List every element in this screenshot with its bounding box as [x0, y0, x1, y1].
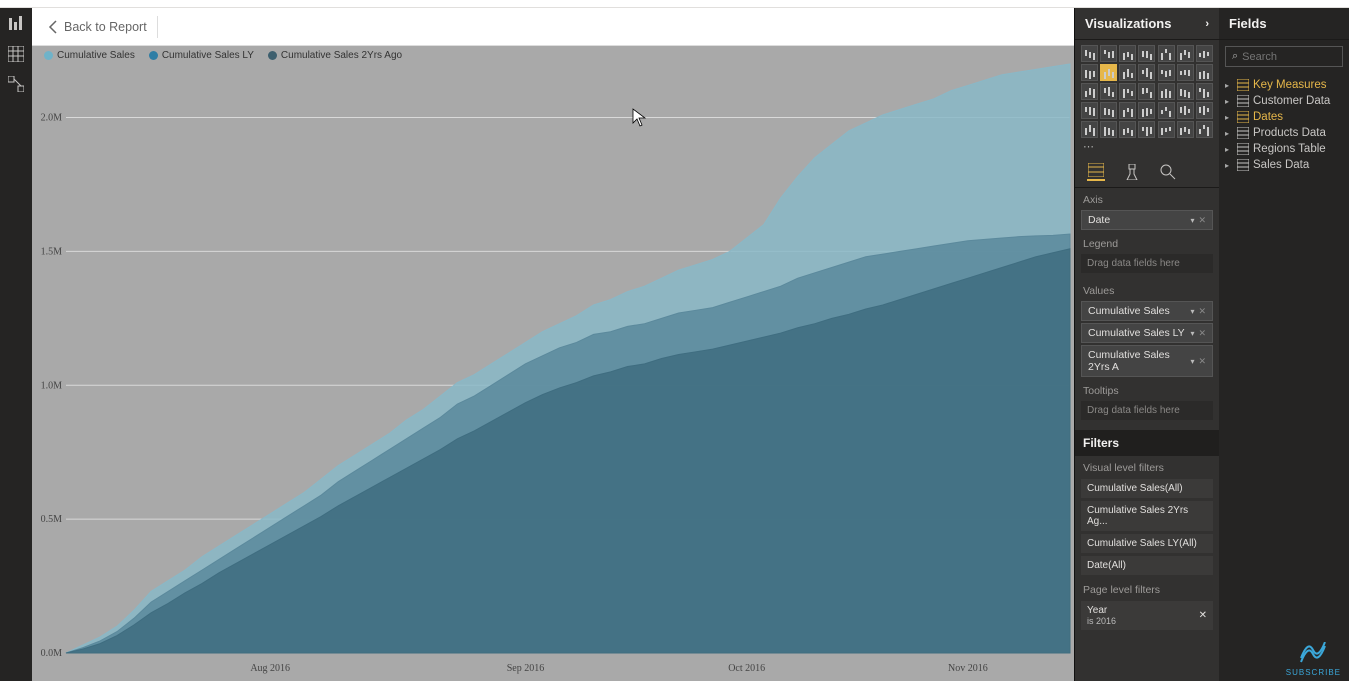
report-view-icon[interactable] [6, 14, 26, 34]
visualizations-pane: Visualizations › ⋯ Axis Date ▾✕ Legend D… [1074, 8, 1219, 681]
svg-text:2.0M: 2.0M [41, 113, 63, 124]
viz-type-icon[interactable] [1138, 121, 1155, 138]
viz-type-icon[interactable] [1177, 102, 1194, 119]
viz-type-icon[interactable] [1138, 64, 1155, 81]
value-field-chip[interactable]: Cumulative Sales▾✕ [1081, 301, 1213, 321]
format-tab-icon[interactable] [1123, 163, 1141, 181]
viz-type-icon[interactable] [1158, 102, 1175, 119]
viz-type-icon[interactable] [1177, 45, 1194, 62]
remove-filter-icon[interactable]: ✕ [1199, 610, 1207, 621]
viz-type-icon[interactable] [1138, 102, 1155, 119]
viz-type-icon[interactable] [1081, 45, 1098, 62]
viz-type-icon[interactable] [1177, 121, 1194, 138]
search-input[interactable] [1242, 51, 1336, 63]
filters-header: Filters [1075, 430, 1219, 456]
viz-type-icon[interactable] [1138, 83, 1155, 100]
page-filter-name: Year [1087, 605, 1107, 616]
viz-type-icon[interactable] [1081, 64, 1098, 81]
viz-type-icon[interactable] [1158, 64, 1175, 81]
visual-filter-chip[interactable]: Cumulative Sales LY(All) [1081, 534, 1213, 553]
field-table-row[interactable]: ▸Key Measures [1221, 77, 1347, 93]
viz-type-icon[interactable] [1119, 83, 1136, 100]
fields-search[interactable]: ⌕ [1225, 46, 1343, 67]
value-field-chip[interactable]: Cumulative Sales 2Yrs A▾✕ [1081, 345, 1213, 377]
svg-text:1.0M: 1.0M [41, 380, 63, 391]
visual-filter-chip[interactable]: Cumulative Sales 2Yrs Ag... [1081, 501, 1213, 531]
chevron-left-icon [48, 20, 58, 34]
svg-text:1.5M: 1.5M [41, 246, 63, 257]
field-table-row[interactable]: ▸Customer Data [1221, 93, 1347, 109]
visual-filter-chip[interactable]: Cumulative Sales(All) [1081, 479, 1213, 498]
visual-filter-chip[interactable]: Date(All) [1081, 556, 1213, 575]
viz-type-icon[interactable] [1119, 102, 1136, 119]
left-rail [0, 8, 32, 681]
tooltips-section-label: Tooltips [1075, 379, 1219, 399]
viz-type-icon[interactable] [1158, 83, 1175, 100]
analytics-tab-icon[interactable] [1159, 163, 1177, 181]
viz-type-icon[interactable] [1196, 121, 1213, 138]
fields-tab-icon[interactable] [1087, 163, 1105, 181]
back-label: Back to Report [64, 20, 147, 34]
fields-pane: Fields ⌕ ▸Key Measures▸Customer Data▸Dat… [1219, 8, 1349, 681]
viz-type-icon[interactable] [1158, 121, 1175, 138]
area-chart[interactable]: Cumulative SalesCumulative Sales LYCumul… [32, 46, 1074, 681]
viz-pane-title: Visualizations [1085, 16, 1171, 31]
viz-type-icon[interactable] [1081, 83, 1098, 100]
viz-type-icon[interactable] [1196, 64, 1213, 81]
search-icon: ⌕ [1232, 50, 1238, 63]
viz-type-icon[interactable] [1100, 64, 1117, 81]
page-filters-label: Page level filters [1075, 578, 1219, 598]
viz-type-icon[interactable] [1177, 64, 1194, 81]
field-table-row[interactable]: ▸Sales Data [1221, 157, 1347, 173]
viz-gallery [1075, 40, 1219, 138]
legend-drop-hint[interactable]: Drag data fields here [1081, 254, 1213, 273]
viz-type-icon[interactable] [1196, 45, 1213, 62]
field-table-row[interactable]: ▸Regions Table [1221, 141, 1347, 157]
tooltips-drop-hint[interactable]: Drag data fields here [1081, 401, 1213, 420]
visual-filters-label: Visual level filters [1075, 456, 1219, 476]
report-canvas: Back to Report Cumulative SalesCumulativ… [32, 8, 1074, 681]
subscribe-watermark: SUBSCRIBE [1286, 642, 1341, 677]
more-visuals-button[interactable]: ⋯ [1075, 138, 1219, 155]
legend-section-label: Legend [1075, 232, 1219, 252]
viz-type-icon[interactable] [1100, 83, 1117, 100]
viz-type-icon[interactable] [1081, 102, 1098, 119]
viz-type-icon[interactable] [1119, 45, 1136, 62]
svg-text:Sep 2016: Sep 2016 [507, 663, 545, 674]
svg-text:Aug 2016: Aug 2016 [250, 663, 290, 674]
data-view-icon[interactable] [6, 44, 26, 64]
values-section-label: Values [1075, 279, 1219, 299]
viz-type-icon[interactable] [1119, 64, 1136, 81]
chevron-right-icon[interactable]: › [1205, 18, 1209, 30]
axis-field-name: Date [1088, 214, 1110, 226]
viz-type-icon[interactable] [1100, 102, 1117, 119]
viz-type-icon[interactable] [1196, 102, 1213, 119]
axis-section-label: Axis [1075, 188, 1219, 208]
fields-pane-title: Fields [1229, 16, 1267, 31]
model-view-icon[interactable] [6, 74, 26, 94]
viz-type-icon[interactable] [1100, 45, 1117, 62]
svg-text:Nov 2016: Nov 2016 [948, 663, 988, 674]
viz-type-icon[interactable] [1196, 83, 1213, 100]
svg-text:Oct 2016: Oct 2016 [728, 663, 765, 674]
svg-text:0.5M: 0.5M [41, 514, 63, 525]
field-table-row[interactable]: ▸Dates [1221, 109, 1347, 125]
viz-type-icon[interactable] [1081, 121, 1098, 138]
axis-field-chip[interactable]: Date ▾✕ [1081, 210, 1213, 230]
viz-type-icon[interactable] [1119, 121, 1136, 138]
viz-type-icon[interactable] [1100, 121, 1117, 138]
field-table-row[interactable]: ▸Products Data [1221, 125, 1347, 141]
page-filter-chip[interactable]: Year is 2016 ✕ [1081, 601, 1213, 630]
viz-type-icon[interactable] [1158, 45, 1175, 62]
back-to-report-button[interactable]: Back to Report [46, 16, 158, 38]
viz-type-icon[interactable] [1177, 83, 1194, 100]
svg-text:0.0M: 0.0M [41, 648, 63, 659]
page-filter-value: is 2016 [1087, 616, 1116, 626]
ribbon-tabs [0, 0, 1349, 8]
value-field-chip[interactable]: Cumulative Sales LY▾✕ [1081, 323, 1213, 343]
viz-type-icon[interactable] [1138, 45, 1155, 62]
